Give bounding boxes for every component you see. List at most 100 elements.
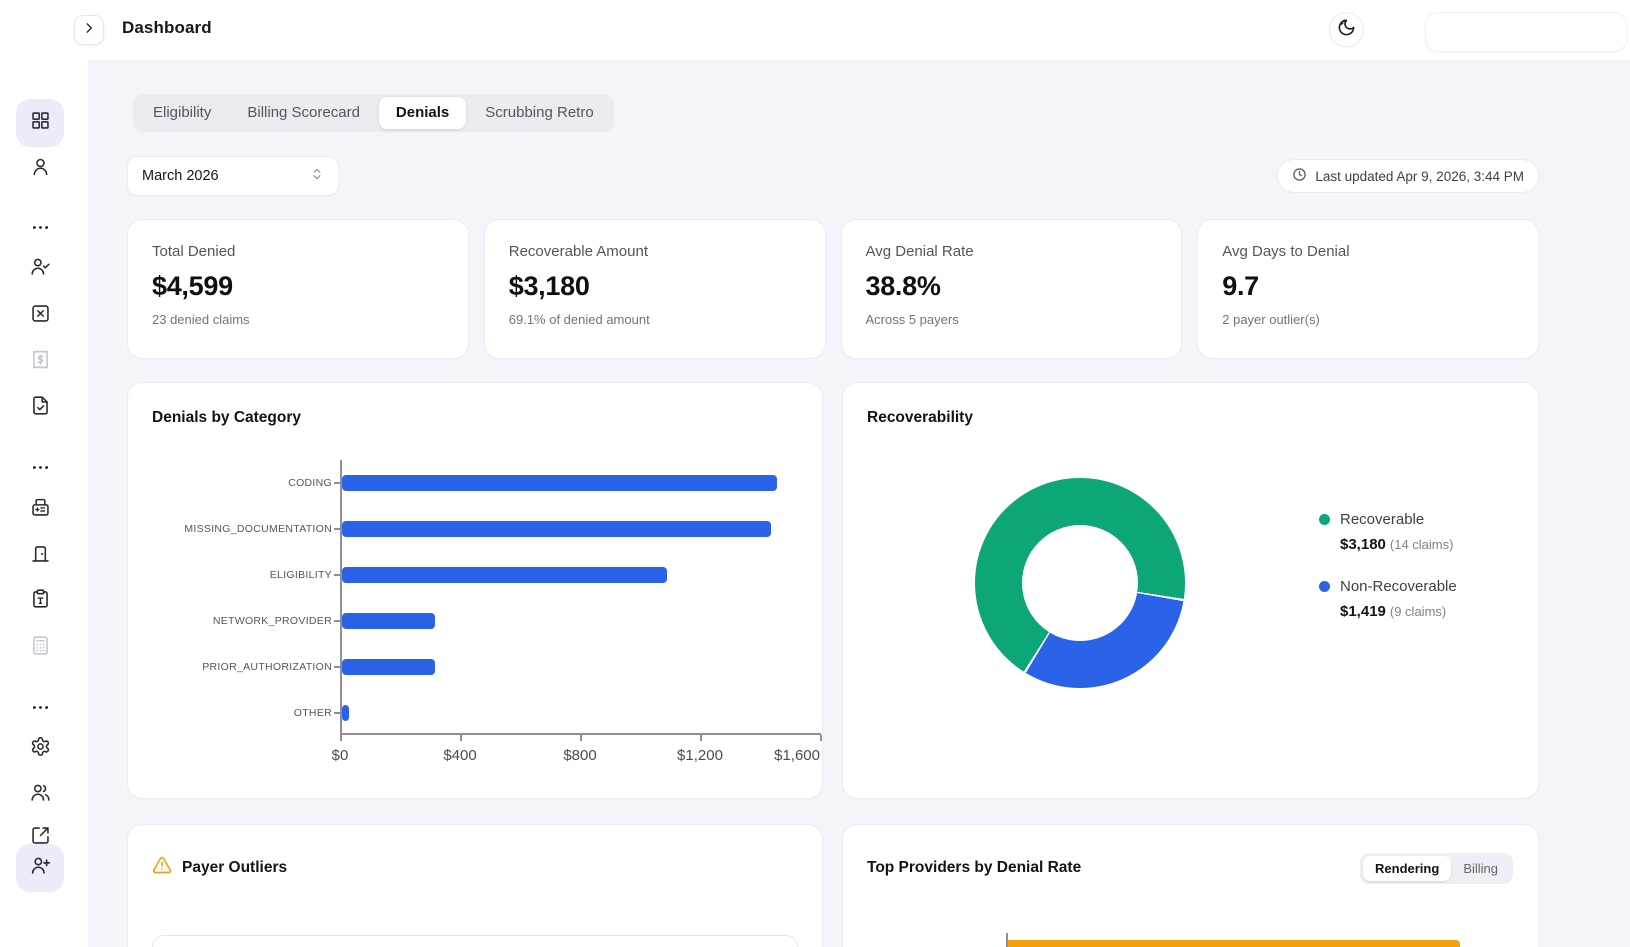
sidebar-item-users[interactable]: [16, 771, 64, 819]
bar-category-label: NETWORK_PROVIDER: [172, 615, 332, 627]
sidebar-item-calculator[interactable]: [16, 624, 64, 672]
sidebar-item-user-plus[interactable]: [16, 844, 64, 892]
bar-network_provider[interactable]: [342, 613, 435, 629]
sidebar-item-user-check[interactable]: [16, 245, 64, 293]
top-providers-title: Top Providers by Denial Rate: [867, 859, 1081, 877]
x-axis-tick: [820, 735, 822, 741]
x-axis-tick-label: $1,600: [774, 747, 820, 764]
page-title: Dashboard: [122, 18, 212, 38]
top-providers-bar: [1008, 940, 1460, 947]
recoverability-title: Recoverability: [867, 409, 973, 427]
denials-by-category-chart: CODINGMISSING_DOCUMENTATIONELIGIBILITYNE…: [340, 460, 820, 733]
legend-label: Recoverable: [1340, 511, 1424, 528]
y-axis-tick: [334, 482, 340, 484]
topbar-input[interactable]: [1426, 13, 1626, 51]
chevron-right-icon: [82, 21, 96, 40]
legend-item-non-recoverable: Non-Recoverable$1,419(9 claims): [1319, 578, 1457, 620]
stat-value: 9.7: [1222, 271, 1514, 302]
stats-row: Total Denied$4,59923 denied claimsRecove…: [128, 220, 1538, 358]
bar-category-label: CODING: [172, 477, 332, 489]
sidebar-expand-button[interactable]: [74, 15, 104, 45]
calculator-icon: [30, 635, 51, 661]
payer-outliers-title: Payer Outliers: [182, 859, 287, 877]
stat-card-total-denied: Total Denied$4,59923 denied claims: [128, 220, 468, 358]
bar-other[interactable]: [342, 705, 350, 721]
settings-icon: [30, 736, 51, 762]
bar-category-label: ELIGIBILITY: [172, 569, 332, 581]
x-axis-tick: [340, 735, 342, 741]
tab-eligibility[interactable]: Eligibility: [136, 97, 228, 129]
stat-label: Recoverable Amount: [509, 243, 801, 260]
recoverability-donut-chart: [975, 478, 1185, 688]
stat-value: $3,180: [509, 271, 801, 302]
bar-prior_authorization[interactable]: [342, 659, 435, 675]
clock-icon: [1292, 167, 1307, 185]
payer-outliers-card: Payer Outliers: [128, 825, 822, 947]
stat-label: Avg Denial Rate: [866, 243, 1158, 260]
square-x-icon: [30, 303, 51, 329]
donut-hole: [1022, 525, 1138, 641]
legend-value: $3,180: [1340, 536, 1386, 553]
tab-scrubbing-retro[interactable]: Scrubbing Retro: [468, 97, 610, 129]
x-axis-tick-label: $1,200: [677, 747, 723, 764]
user-plus-icon: [30, 855, 51, 881]
stat-label: Total Denied: [152, 243, 444, 260]
stat-subtext: Across 5 payers: [866, 312, 1158, 327]
sidebar-item-square-x[interactable]: [16, 292, 64, 340]
theme-toggle-button[interactable]: [1330, 13, 1363, 46]
last-updated-badge: Last updated Apr 9, 2026, 3:44 PM: [1278, 160, 1538, 192]
bar-category-label: MISSING_DOCUMENTATION: [172, 523, 332, 535]
y-axis-line: [340, 460, 342, 734]
triangle-alert-icon: [152, 855, 172, 880]
sidebar-item-file-check[interactable]: [16, 384, 64, 432]
provider-type-toggle: RenderingBilling: [1360, 853, 1513, 884]
y-axis-tick: [334, 666, 340, 668]
sidebar-item-receipt-dollar[interactable]: [16, 338, 64, 386]
user-icon: [30, 156, 51, 182]
main-content: EligibilityBilling ScorecardDenialsScrub…: [88, 60, 1630, 947]
stat-value: $4,599: [152, 271, 444, 302]
top-providers-card: Top Providers by Denial Rate RenderingBi…: [843, 825, 1538, 947]
stat-label: Avg Days to Denial: [1222, 243, 1514, 260]
ellipsis-icon: [30, 457, 51, 483]
legend-claims: (14 claims): [1390, 537, 1454, 552]
toggle-billing[interactable]: Billing: [1451, 856, 1510, 881]
bar-coding[interactable]: [342, 475, 777, 491]
bar-category-label: PRIOR_AUTHORIZATION: [172, 661, 332, 673]
users-icon: [30, 782, 51, 808]
recoverability-card: Recoverability Recoverable $3,180 (14 clai…: [843, 383, 1538, 798]
bar-category-label: OTHER: [172, 707, 332, 719]
x-axis-tick: [700, 735, 702, 741]
layout-grid-icon: [30, 110, 51, 136]
toggle-rendering[interactable]: Rendering: [1363, 856, 1451, 881]
receipt-dollar-icon: [30, 349, 51, 375]
x-axis-tick-label: $800: [563, 747, 596, 764]
sidebar-item-door[interactable]: [16, 532, 64, 580]
denials-by-category-title: Denials by Category: [152, 409, 301, 427]
x-axis-tick-label: $0: [332, 747, 349, 764]
user-check-icon: [30, 256, 51, 282]
stat-card-avg-denial-rate: Avg Denial Rate 38.8% Across 5 payers: [842, 220, 1182, 358]
tab-billing-scorecard[interactable]: Billing Scorecard: [230, 97, 377, 129]
bar-missing_documentation[interactable]: [342, 521, 771, 537]
sidebar-item-fax[interactable]: [16, 486, 64, 534]
sidebar-item-user[interactable]: [16, 145, 64, 193]
chevrons-up-down-icon: [310, 167, 324, 185]
tab-denials[interactable]: Denials: [379, 97, 466, 129]
last-updated-text: Last updated Apr 9, 2026, 3:44 PM: [1315, 169, 1524, 184]
sidebar-item-clipboard-type[interactable]: [16, 577, 64, 625]
sidebar-item-settings[interactable]: [16, 725, 64, 773]
y-axis-tick: [334, 574, 340, 576]
x-axis-tick: [580, 735, 582, 741]
y-axis-tick: [334, 528, 340, 530]
y-axis-tick: [334, 712, 340, 714]
legend-item-recoverable: Recoverable $3,180 (14 claims): [1319, 511, 1453, 553]
file-check-icon: [30, 395, 51, 421]
stat-value: 38.8%: [866, 271, 1158, 302]
y-axis-tick: [334, 620, 340, 622]
stat-subtext: 2 payer outlier(s): [1222, 312, 1514, 327]
sidebar-item-layout-grid[interactable]: [16, 99, 64, 147]
bar-eligibility[interactable]: [342, 567, 668, 583]
month-select[interactable]: March 2026: [128, 157, 338, 195]
legend-label: Non-Recoverable: [1340, 578, 1457, 595]
